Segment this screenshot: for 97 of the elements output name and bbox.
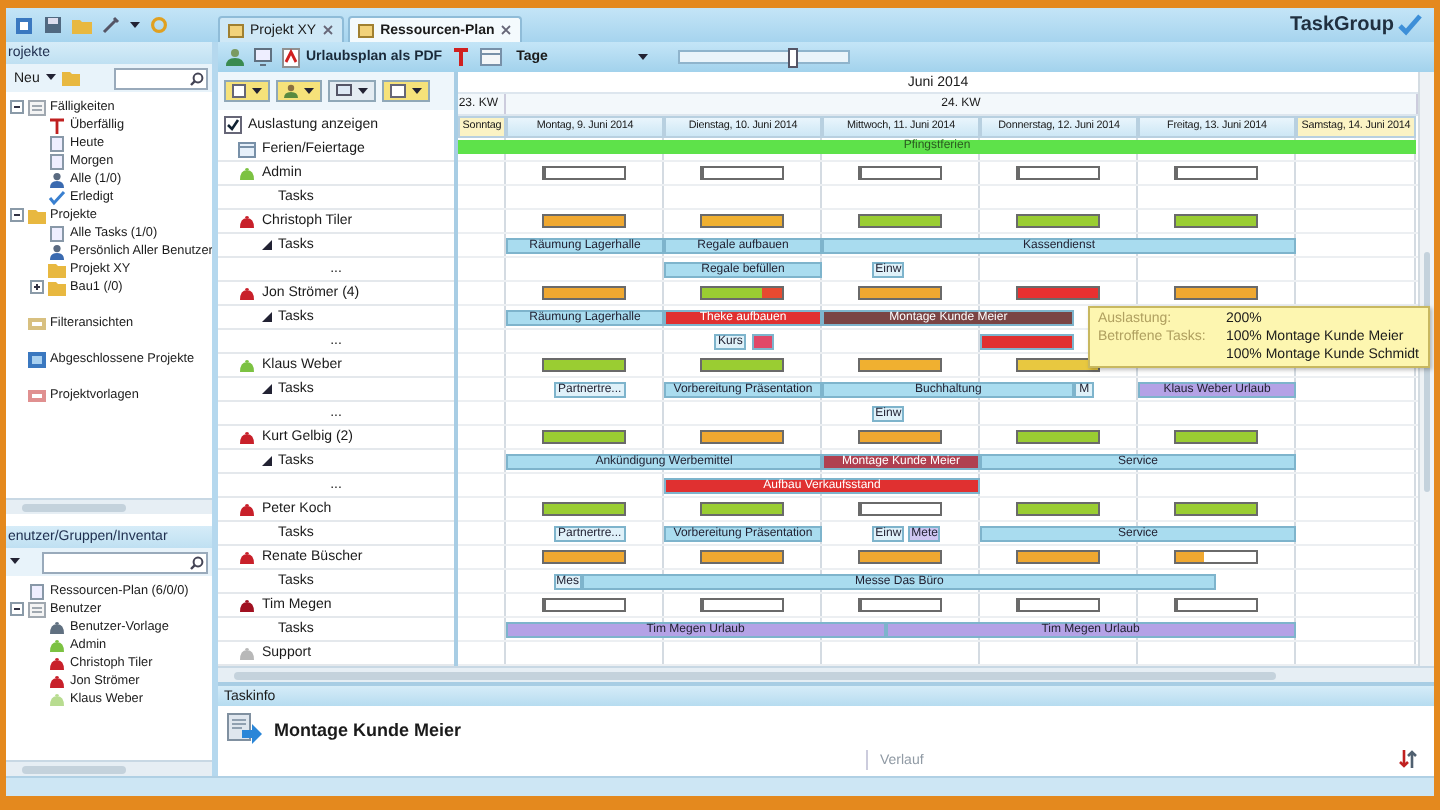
search-field[interactable] [114,67,208,89]
page-icon [48,225,66,241]
load-meter [542,502,626,516]
task-title: Montage Kunde Meier [274,720,462,740]
filter-dropdown[interactable] [382,80,430,102]
document-icon [358,23,375,37]
archive-icon [28,351,46,367]
scrollbar[interactable] [6,498,212,514]
tools-icon[interactable] [102,16,120,34]
load-meter [700,598,784,612]
load-meter [1016,214,1100,228]
caret-icon[interactable] [45,74,56,82]
document-icon [228,23,244,37]
load-meter [858,358,942,372]
load-meter [858,502,942,516]
list-icon [28,99,46,115]
person-icon [284,84,298,98]
load-meter [700,358,784,372]
load-meter [1174,166,1258,180]
load-meter [1174,430,1258,444]
load-meter [858,166,942,180]
caret-icon [638,53,649,61]
caret-icon [412,87,422,95]
close-icon[interactable] [322,24,335,36]
caret-icon[interactable] [10,558,20,566]
load-meter [1016,502,1100,516]
load-meter [700,502,784,516]
search-icon [190,71,204,85]
checkbox[interactable] [224,115,242,133]
scrollbar[interactable] [218,666,1434,682]
load-meter [542,430,626,444]
search-icon [190,555,204,569]
logo-text: TaskGroup [1289,14,1394,36]
load-meter [542,166,626,180]
expander-icon[interactable] [10,100,24,114]
load-meter [858,598,942,612]
load-meter [1174,598,1258,612]
load-meter [858,430,942,444]
close-icon[interactable] [500,24,513,36]
zoom-slider[interactable] [678,50,851,64]
load-meter [700,550,784,564]
load-meter [1174,502,1258,516]
check-icon [48,189,66,205]
load-meter [1174,214,1258,228]
load-meter [700,166,784,180]
load-meter [542,358,626,372]
sort-icon[interactable] [1398,748,1418,770]
page-icon [232,84,246,98]
load-meter [1016,166,1100,180]
load-meter [858,550,942,564]
filter-dropdown[interactable] [224,80,270,102]
expanded-marker-icon[interactable] [262,456,272,466]
page-icon [28,583,46,599]
person-icon [48,171,66,187]
task-bar[interactable] [752,334,775,350]
load-meter [700,430,784,444]
filter-dropdown[interactable] [276,80,322,102]
scrollbar[interactable] [1418,72,1434,666]
expander-icon[interactable] [30,280,44,294]
load-meter [1016,598,1100,612]
monitor-icon[interactable] [254,48,272,66]
caret-icon[interactable] [130,21,140,29]
expander-icon[interactable] [10,602,24,616]
expanded-marker-icon[interactable] [262,312,272,322]
load-meter [542,550,626,564]
expanded-marker-icon[interactable] [262,384,272,394]
expander-icon[interactable] [10,208,24,222]
load-meter [1174,286,1258,300]
load-meter [1174,550,1258,564]
save-icon[interactable] [44,16,62,34]
monitor-icon [336,84,352,98]
load-meter [1016,430,1100,444]
caret-icon [252,87,262,95]
load-meter [542,214,626,228]
load-meter [1016,286,1100,300]
person-icon [48,243,66,259]
alert-icon [48,117,66,133]
person-icon[interactable] [226,48,244,66]
filter-dropdown[interactable] [328,80,376,102]
app-icon[interactable] [14,15,34,35]
load-meter [700,286,784,300]
expanded-marker-icon[interactable] [262,240,272,250]
caret-icon [358,87,368,95]
caret-icon [304,87,314,95]
load-meter [700,214,784,228]
folder-icon [28,207,46,223]
task-icon [226,712,262,748]
checkmark-icon [1398,14,1422,36]
scrollbar[interactable] [6,760,212,776]
slider-thumb[interactable] [787,48,798,68]
search-field[interactable] [42,551,208,573]
list-icon [28,601,46,617]
load-meter [858,214,942,228]
load-meter [542,598,626,612]
load-meter [1016,550,1100,564]
load-meter [542,286,626,300]
load-meter [858,286,942,300]
